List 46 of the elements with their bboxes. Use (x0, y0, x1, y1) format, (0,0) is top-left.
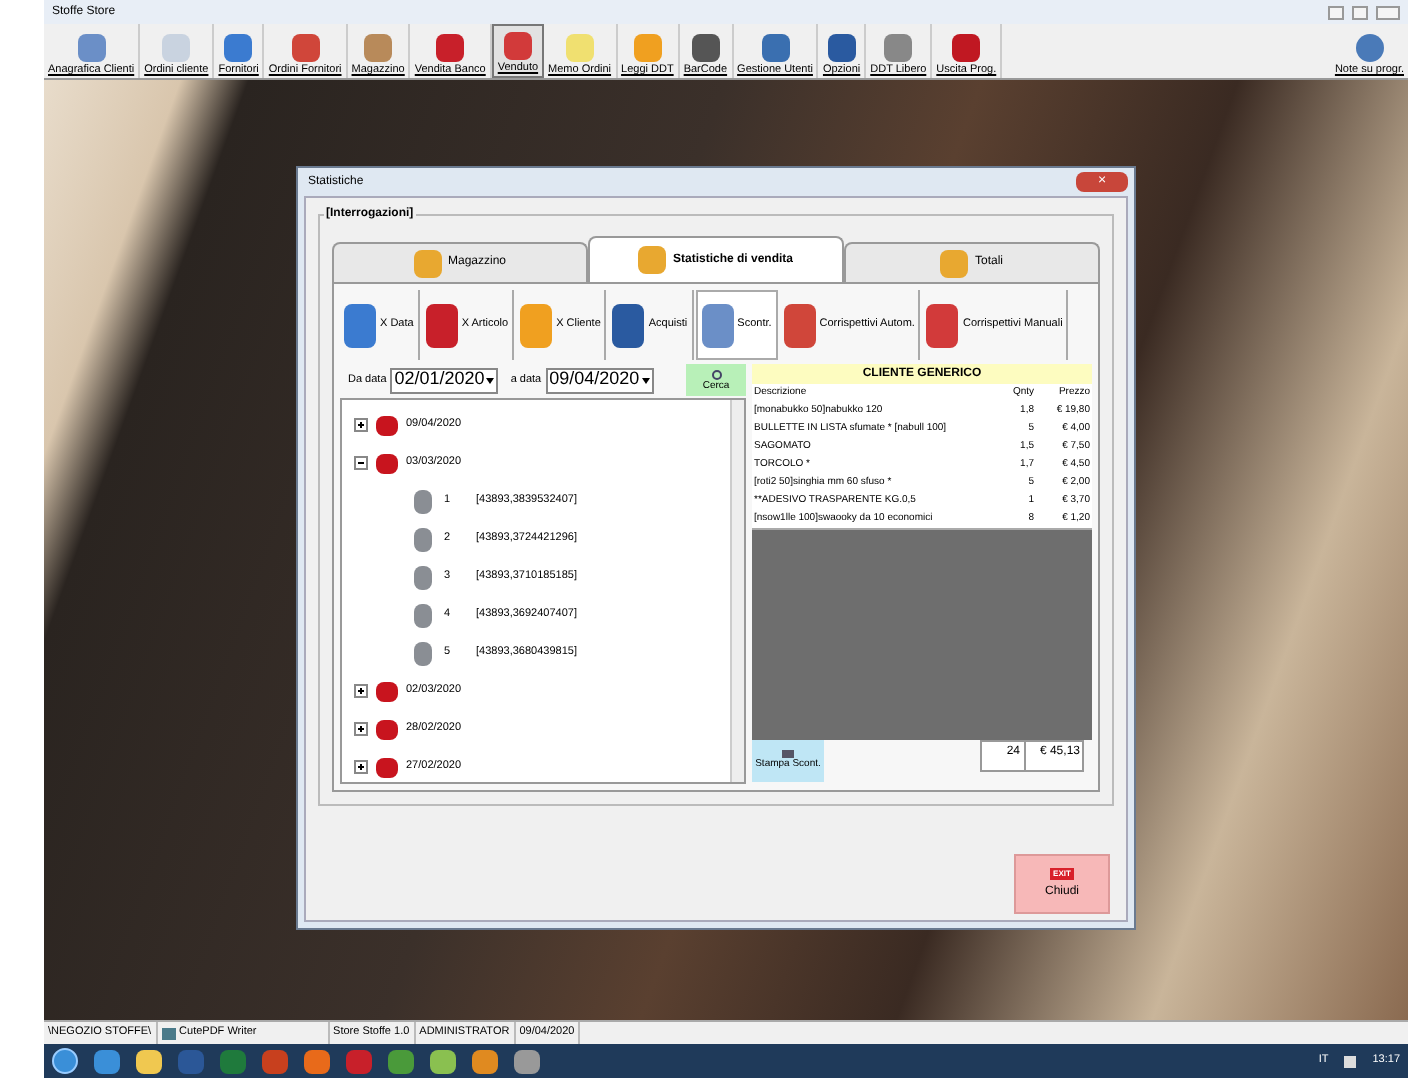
tile-icon (436, 34, 465, 62)
subtab-icon (783, 303, 816, 347)
tile-icon (291, 34, 320, 62)
to-date-field[interactable]: 09/04/2020 (545, 367, 654, 393)
from-date-field[interactable]: 02/01/2020 (390, 367, 499, 393)
tile-icon (364, 34, 393, 62)
expand-icon[interactable] (354, 722, 368, 736)
dropdown-icon (486, 377, 495, 383)
tab-icon (413, 249, 442, 277)
expand-icon[interactable] (354, 418, 368, 432)
close-icon[interactable] (1376, 5, 1400, 19)
app-icon[interactable] (430, 1049, 456, 1073)
app-icon[interactable] (94, 1049, 120, 1073)
app-icon[interactable] (514, 1049, 540, 1073)
app-icon[interactable] (388, 1049, 414, 1073)
app-icon[interactable] (136, 1049, 162, 1073)
tile-icon (884, 34, 913, 62)
tile-icon (77, 34, 106, 62)
tile-icon (565, 34, 594, 62)
tile-icon (952, 34, 981, 62)
expand-icon[interactable] (354, 684, 368, 698)
maximize-icon[interactable] (1352, 5, 1368, 19)
tile-icon (503, 32, 532, 60)
start-icon[interactable] (52, 1048, 78, 1074)
tab-icon (638, 246, 667, 274)
dropdown-icon (641, 377, 650, 383)
subtab-icon (520, 303, 553, 347)
app-icon[interactable] (304, 1049, 330, 1073)
minimize-icon[interactable] (1328, 5, 1344, 19)
subtab-icon (926, 303, 959, 347)
subtab-icon (425, 303, 458, 347)
scrollbar[interactable] (730, 400, 744, 782)
tile-icon (761, 34, 789, 62)
subtab-icon (701, 303, 734, 347)
tile-icon (691, 34, 720, 62)
search-icon (711, 369, 721, 379)
app-icon[interactable] (472, 1049, 498, 1073)
subtab-icon (344, 303, 376, 347)
tile-icon (224, 34, 253, 62)
tile-icon (827, 34, 856, 62)
expand-icon[interactable] (354, 760, 368, 774)
tab-icon (940, 249, 969, 277)
tile-icon (162, 34, 191, 62)
tile-icon (633, 34, 662, 62)
subtab-icon (612, 303, 645, 347)
collapse-icon[interactable] (354, 456, 368, 470)
